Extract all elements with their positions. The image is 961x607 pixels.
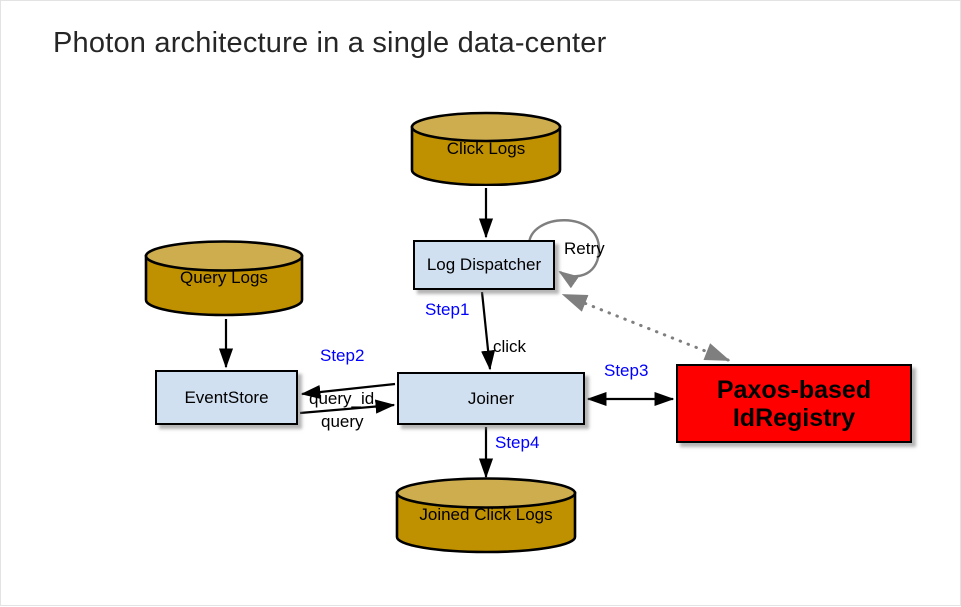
edge-label-step4: Step4 — [495, 433, 540, 452]
node-event-store[interactable]: EventStore — [155, 370, 298, 425]
node-label-line2: IdRegistry — [732, 403, 856, 432]
edge-label-query-id: query_id — [309, 389, 375, 408]
node-query-logs[interactable]: Query Logs — [144, 239, 304, 317]
edge-idregistry-to-dispatcher — [561, 293, 731, 362]
node-id-registry[interactable]: Paxos-based IdRegistry — [676, 364, 912, 443]
edge-label-step3: Step3 — [604, 361, 649, 380]
edge-label-query: query — [321, 412, 364, 431]
node-label: Joiner — [467, 388, 515, 408]
edge-label-retry: Retry — [564, 239, 605, 258]
node-label: Log Dispatcher — [426, 255, 542, 274]
edge-dispatcher-to-joiner — [480, 291, 496, 371]
node-label: Query Logs — [180, 268, 268, 287]
edge-label-click: click — [493, 337, 527, 356]
node-click-logs[interactable]: Click Logs — [410, 111, 562, 186]
node-joiner[interactable]: Joiner — [397, 372, 585, 425]
edge-label-step1: Step1 — [425, 300, 470, 319]
edge-label-step2: Step2 — [320, 346, 365, 365]
slide-canvas: Photon architecture in a single data-cen… — [0, 0, 961, 606]
node-log-dispatcher[interactable]: Log Dispatcher — [413, 240, 555, 290]
node-label: Joined Click Logs — [419, 505, 553, 524]
node-label-line1: Paxos-based — [716, 375, 872, 404]
node-label: EventStore — [184, 387, 269, 407]
node-joined-click-logs[interactable]: Joined Click Logs — [395, 476, 577, 554]
node-label: Click Logs — [446, 138, 526, 158]
